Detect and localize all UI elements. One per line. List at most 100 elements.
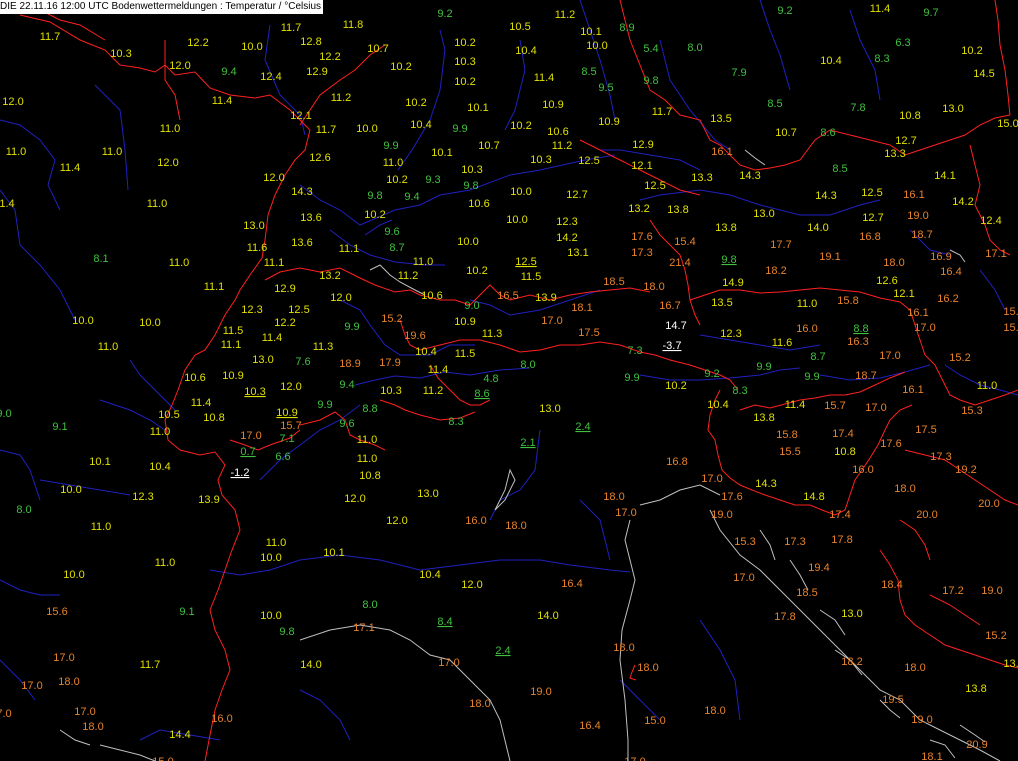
station-temperature: 16.1 — [903, 189, 924, 201]
station-temperature: 11.0 — [169, 257, 190, 269]
station-temperature: 13.0 — [252, 354, 273, 366]
station-temperature: 10.3 — [380, 385, 401, 397]
station-temperature: 13.0 — [243, 220, 264, 232]
station-temperature: 11.3 — [313, 341, 334, 353]
station-temperature: 11.4 — [212, 95, 233, 107]
station-temperature: 19.0 — [530, 686, 551, 698]
station-temperature: 18.0 — [894, 483, 915, 495]
station-temperature: 9.8 — [643, 75, 658, 87]
station-temperature: 20.0 — [978, 498, 999, 510]
station-temperature: 13.3 — [884, 148, 905, 160]
station-temperature: 2.4 — [495, 645, 510, 657]
station-temperature: 10.0 — [260, 610, 281, 622]
station-temperature: 11.7 — [652, 106, 673, 118]
station-temperature: 18.2 — [765, 265, 786, 277]
station-temperature: 12.2 — [187, 37, 208, 49]
station-temperature: 11.6 — [772, 337, 793, 349]
station-temperature: 12.9 — [274, 283, 295, 295]
station-temperature: 10.1 — [431, 147, 452, 159]
station-temperature: 17.4 — [832, 428, 853, 440]
station-temperature: 18.0 — [613, 642, 634, 654]
station-temperature: 8.1 — [93, 253, 108, 265]
station-temperature: 14.9 — [722, 277, 743, 289]
station-temperature: 9.8 — [463, 180, 478, 192]
station-temperature: 12.1 — [290, 110, 311, 122]
station-temperature: 11.1 — [204, 281, 225, 293]
station-temperature: 16.4 — [561, 578, 582, 590]
station-temperature: 12.0 — [461, 579, 482, 591]
station-temperature: 10.3 — [110, 48, 131, 60]
station-temperature: 10.2 — [390, 61, 411, 73]
station-temperature: 16.1 — [902, 384, 923, 396]
station-temperature: 9.9 — [344, 321, 359, 333]
station-temperature: 9.9 — [317, 399, 332, 411]
station-temperature: 17.3 — [930, 451, 951, 463]
station-temperature: 14.7 — [665, 320, 686, 332]
station-temperature: 11.0 — [357, 453, 378, 465]
station-temperature: 10.2 — [454, 37, 475, 49]
station-temperature: 10.1 — [89, 456, 110, 468]
station-temperature: 10.7 — [367, 43, 388, 55]
station-temperature: 17.0 — [865, 402, 886, 414]
station-temperature: 10.0 — [586, 40, 607, 52]
station-temperature: 12.9 — [306, 66, 327, 78]
station-temperature: 7.9 — [731, 67, 746, 79]
station-temperature: 18.4 — [881, 579, 902, 591]
station-temperature: 17.8 — [774, 611, 795, 623]
station-temperature: 12.0 — [280, 381, 301, 393]
station-temperature: 12.1 — [631, 160, 652, 172]
station-temperature: 9.9 — [756, 361, 771, 373]
station-temperature: 19.4 — [808, 562, 829, 574]
station-temperature: 11.6 — [247, 242, 268, 254]
station-temperature: 14.3 — [755, 478, 776, 490]
station-temperature: 16.0 — [465, 515, 486, 527]
station-temperature: 9.2 — [437, 8, 452, 20]
station-temperature: 11.0 — [357, 434, 378, 446]
station-temperature: 11.0 — [977, 380, 998, 392]
station-temperature: 15.0 — [644, 715, 665, 727]
station-temperature: 11.4 — [785, 399, 806, 411]
station-temperature: 10.6 — [547, 126, 568, 138]
station-temperature: 17.1 — [353, 622, 374, 634]
station-temperature: 11.0 — [266, 537, 287, 549]
station-temperature: 17.0 — [701, 473, 722, 485]
station-temperature: 14.3 — [739, 170, 760, 182]
station-temperature: 14.0 — [807, 222, 828, 234]
station-temperature: 12.7 — [862, 212, 883, 224]
station-temperature: 17.0 — [879, 350, 900, 362]
station-temperature: 8.0 — [520, 359, 535, 371]
station-temperature: 11.7 — [281, 22, 302, 34]
station-temperature: 10.3 — [461, 164, 482, 176]
station-temperature: 10.4 — [415, 346, 436, 358]
station-temperature: -3.7 — [663, 340, 682, 352]
station-temperature: 18.5 — [603, 276, 624, 288]
station-temperature: 0.7 — [240, 446, 255, 458]
station-temperature: 10.0 — [60, 484, 81, 496]
station-temperature: 18.2 — [841, 656, 862, 668]
station-temperature: 12.2 — [274, 317, 295, 329]
station-temperature: 15.7 — [824, 400, 845, 412]
station-temperature: 18.0 — [637, 662, 658, 674]
station-temperature: 11.0 — [6, 146, 27, 158]
station-temperature: 18.1 — [571, 302, 592, 314]
station-temperature: 8.0 — [362, 599, 377, 611]
station-temperature: 15.0 — [997, 118, 1018, 130]
station-temperature: 10.9 — [598, 116, 619, 128]
station-temperature: 8.8 — [853, 323, 868, 335]
station-temperature: 15.7 — [280, 420, 301, 432]
station-temperature: 10.9 — [454, 316, 475, 328]
station-temperature: 10.7 — [478, 140, 499, 152]
station-temperature: 2.1 — [520, 437, 535, 449]
station-temperature: 10.2 — [364, 209, 385, 221]
station-temperature: 10.0 — [72, 315, 93, 327]
station-temperature: 11.0 — [102, 146, 123, 158]
station-temperature: 11.0 — [147, 198, 168, 210]
station-temperature: 8.3 — [732, 385, 747, 397]
station-temperature: 7.0 — [0, 708, 12, 720]
station-temperature: 11.4 — [870, 3, 891, 15]
station-temperature: 11.5 — [223, 325, 244, 337]
station-temperature: 7.6 — [295, 356, 310, 368]
station-temperature: 18.0 — [505, 520, 526, 532]
station-temperature: 10.5 — [509, 21, 530, 33]
station-temperature: 10.4 — [707, 399, 728, 411]
